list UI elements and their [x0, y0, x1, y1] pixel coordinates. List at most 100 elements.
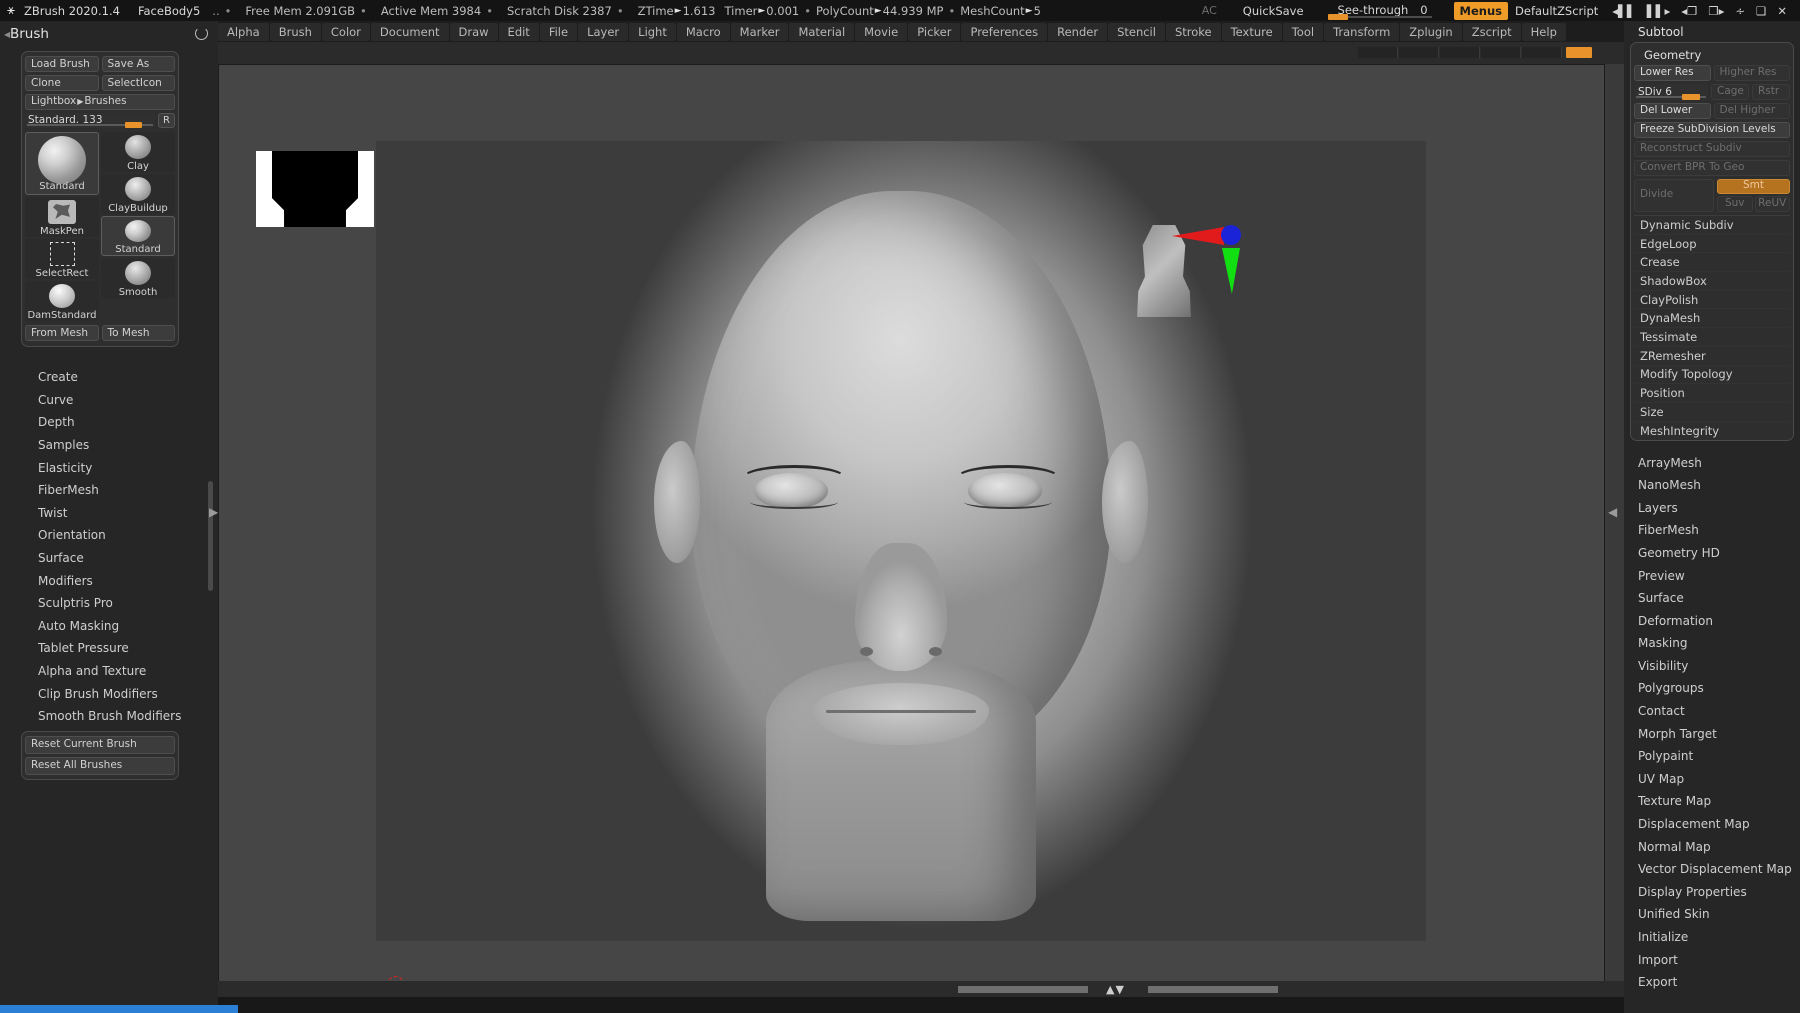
- brush-section-samples[interactable]: Samples: [22, 434, 202, 457]
- select-icon-button[interactable]: SelectIcon: [101, 75, 175, 91]
- see-through-slider[interactable]: See-through 0: [1327, 0, 1432, 21]
- brush-item-selectrect[interactable]: SelectRect: [25, 239, 99, 279]
- menu-item-light[interactable]: Light: [629, 22, 676, 41]
- tool-section-morph-target[interactable]: Morph Target: [1624, 722, 1800, 745]
- tool-section-fibermesh[interactable]: FiberMesh: [1624, 519, 1800, 542]
- brush-section-surface[interactable]: Surface: [22, 547, 202, 570]
- geometry-header[interactable]: Geometry: [1634, 46, 1790, 65]
- tool-section-vector-displacement-map[interactable]: Vector Displacement Map: [1624, 858, 1800, 881]
- tool-section-nanomesh[interactable]: NanoMesh: [1624, 474, 1800, 497]
- see-through-knob[interactable]: [1327, 14, 1348, 20]
- sdiv-knob[interactable]: [1682, 94, 1700, 100]
- scroll-updown-arrows-icon[interactable]: ▲▼: [1106, 983, 1125, 996]
- menu-item-macro[interactable]: Macro: [676, 22, 730, 41]
- tool-section-initialize[interactable]: Initialize: [1624, 926, 1800, 949]
- geometry-item-dynamic-subdiv[interactable]: Dynamic Subdiv: [1634, 216, 1790, 235]
- tool-section-visibility[interactable]: Visibility: [1624, 655, 1800, 678]
- quicksave-button[interactable]: QuickSave: [1243, 4, 1304, 18]
- gizmo-z-axis-icon[interactable]: [1221, 225, 1241, 245]
- brush-section-orientation[interactable]: Orientation: [22, 524, 202, 547]
- brush-item-standard-small[interactable]: Standard: [101, 216, 175, 256]
- tool-section-preview[interactable]: Preview: [1624, 564, 1800, 587]
- left-tray-toggle-icon[interactable]: ▶: [209, 505, 218, 519]
- left-panel-scrollbar[interactable]: [208, 481, 213, 591]
- tool-section-unified-skin[interactable]: Unified Skin: [1624, 903, 1800, 926]
- alpha-preview-thumbnail[interactable]: [256, 151, 374, 227]
- tool-section-deformation[interactable]: Deformation: [1624, 609, 1800, 632]
- brush-section-alpha-and-texture[interactable]: Alpha and Texture: [22, 660, 202, 683]
- tool-section-display-properties[interactable]: Display Properties: [1624, 881, 1800, 904]
- geometry-item-tessimate[interactable]: Tessimate: [1634, 328, 1790, 347]
- geometry-item-meshintegrity[interactable]: MeshIntegrity: [1634, 422, 1790, 441]
- brush-item-clay[interactable]: Clay: [101, 132, 175, 172]
- brush-section-modifiers[interactable]: Modifiers: [22, 569, 202, 592]
- sdiv-slider[interactable]: SDiv 6: [1634, 84, 1708, 100]
- brush-section-elasticity[interactable]: Elasticity: [22, 456, 202, 479]
- reset-size-button[interactable]: R: [158, 113, 175, 128]
- tool-section-displacement-map[interactable]: Displacement Map: [1624, 813, 1800, 836]
- brush-section-tablet-pressure[interactable]: Tablet Pressure: [22, 637, 202, 660]
- menu-item-zplugin[interactable]: Zplugin: [1400, 22, 1462, 41]
- geometry-item-edgeloop[interactable]: EdgeLoop: [1634, 235, 1790, 254]
- brush-item-maskpen[interactable]: MaskPen: [25, 197, 99, 237]
- collapse-arrow-icon[interactable]: ◀: [4, 30, 10, 39]
- refresh-icon[interactable]: [195, 27, 208, 40]
- tray-right-icon[interactable]: ❐▸: [1708, 4, 1724, 18]
- lower-res-button[interactable]: Lower Res: [1634, 65, 1711, 81]
- menu-item-stencil[interactable]: Stencil: [1108, 22, 1165, 41]
- gizmo-head-icon[interactable]: [1137, 225, 1191, 317]
- brush-section-fibermesh[interactable]: FiberMesh: [22, 479, 202, 502]
- geometry-item-zremesher[interactable]: ZRemesher: [1634, 347, 1790, 366]
- geometry-item-modify-topology[interactable]: Modify Topology: [1634, 366, 1790, 385]
- geometry-item-shadowbox[interactable]: ShadowBox: [1634, 272, 1790, 291]
- menus-button[interactable]: Menus: [1453, 1, 1509, 20]
- zscript-label[interactable]: DefaultZScript: [1515, 4, 1598, 18]
- tool-section-contact[interactable]: Contact: [1624, 700, 1800, 723]
- close-icon[interactable]: ✕: [1777, 4, 1787, 18]
- from-mesh-button[interactable]: From Mesh: [25, 325, 99, 341]
- menu-item-document[interactable]: Document: [370, 22, 449, 41]
- minimize-icon[interactable]: ∻: [1735, 4, 1745, 18]
- save-as-button[interactable]: Save As: [101, 56, 175, 72]
- menu-item-draw[interactable]: Draw: [449, 22, 498, 41]
- brush-section-twist[interactable]: Twist: [22, 502, 202, 525]
- menu-item-zscript[interactable]: Zscript: [1462, 22, 1521, 41]
- female-head-sculpt[interactable]: ◌: [376, 141, 1426, 996]
- geometry-item-position[interactable]: Position: [1634, 384, 1790, 403]
- menu-item-tool[interactable]: Tool: [1282, 22, 1324, 41]
- brush-section-smooth-brush-modifiers[interactable]: Smooth Brush Modifiers: [22, 705, 202, 728]
- geometry-item-crease[interactable]: Crease: [1634, 253, 1790, 273]
- scroll-thumb-right[interactable]: [1148, 986, 1278, 993]
- tool-section-arraymesh[interactable]: ArrayMesh: [1624, 451, 1800, 474]
- lightbox-brushes-button[interactable]: Lightbox ▶ Brushes: [25, 94, 175, 110]
- reset-all-brushes-button[interactable]: Reset All Brushes: [25, 757, 175, 775]
- menu-item-material[interactable]: Material: [789, 22, 855, 41]
- tool-section-import[interactable]: Import: [1624, 948, 1800, 971]
- scroll-thumb-left[interactable]: [958, 986, 1088, 993]
- canvas-horizontal-scrollbar[interactable]: ▲▼: [218, 981, 1624, 997]
- freeze-subdivision-levels-button[interactable]: Freeze SubDivision Levels: [1634, 122, 1790, 138]
- menu-item-edit[interactable]: Edit: [498, 22, 539, 41]
- menu-item-layer[interactable]: Layer: [578, 22, 629, 41]
- brush-size-knob[interactable]: [125, 122, 142, 128]
- menu-item-preferences[interactable]: Preferences: [961, 22, 1048, 41]
- geometry-item-dynamesh[interactable]: DynaMesh: [1634, 309, 1790, 329]
- menu-item-render[interactable]: Render: [1048, 22, 1108, 41]
- menu-item-color[interactable]: Color: [321, 22, 370, 41]
- tool-section-normal-map[interactable]: Normal Map: [1624, 835, 1800, 858]
- menu-item-help[interactable]: Help: [1521, 22, 1566, 41]
- smt-button[interactable]: Smt: [1717, 179, 1790, 194]
- strip-active-segment[interactable]: [1566, 47, 1592, 58]
- tool-section-layers[interactable]: Layers: [1624, 496, 1800, 519]
- subtool-title[interactable]: Subtool: [1624, 21, 1800, 42]
- menu-item-stroke[interactable]: Stroke: [1165, 22, 1221, 41]
- brush-section-create[interactable]: Create: [22, 366, 202, 389]
- tool-section-texture-map[interactable]: Texture Map: [1624, 790, 1800, 813]
- brush-section-sculptris-pro[interactable]: Sculptris Pro: [22, 592, 202, 615]
- brush-item-smooth[interactable]: Smooth: [101, 258, 175, 298]
- brush-item-standard-large[interactable]: Standard: [25, 132, 99, 195]
- tray-left-icon[interactable]: ◂❐: [1681, 4, 1697, 18]
- scroll-right-icon[interactable]: ▌▌▸: [1647, 4, 1670, 18]
- gizmo-y-axis-icon[interactable]: [1222, 248, 1240, 294]
- sculpt-document[interactable]: ◌: [218, 64, 1605, 996]
